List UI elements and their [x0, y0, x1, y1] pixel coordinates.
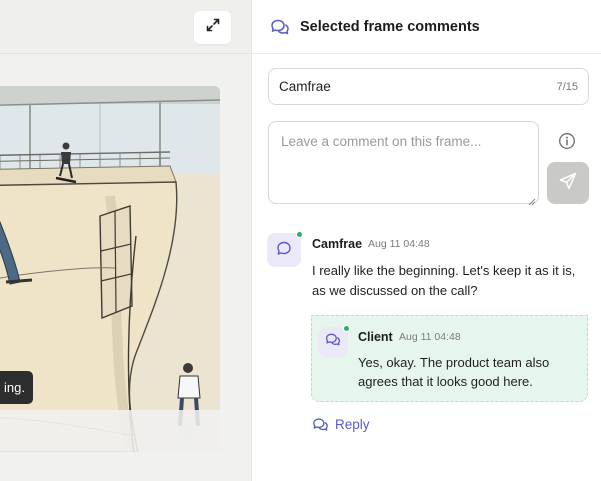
frame-bottom-overlay — [0, 410, 220, 452]
reply-timestamp: Aug 11 04:48 — [399, 331, 461, 343]
comments-icon — [325, 332, 341, 352]
frame-viewer: ing. — [0, 0, 251, 481]
expand-button[interactable] — [194, 11, 231, 44]
frame-image[interactable] — [0, 86, 220, 452]
comment-body-line: I really like the beginning. Let's keep … — [312, 263, 576, 278]
send-icon — [558, 171, 578, 196]
reply-label: Reply — [335, 416, 370, 432]
online-status-dot — [296, 231, 303, 238]
reply-avatar — [318, 325, 350, 357]
online-status-dot — [343, 325, 350, 332]
chat-bubble-icon — [275, 239, 293, 262]
info-icon — [558, 132, 576, 155]
comment-textarea[interactable] — [269, 122, 538, 203]
subtitle-caption: ing. — [0, 371, 33, 404]
frame-name-input[interactable] — [279, 79, 557, 94]
reply-button[interactable]: Reply — [312, 416, 370, 432]
comment-author: Camfrae — [312, 237, 363, 251]
send-button[interactable] — [547, 162, 589, 204]
reply-bubbles-icon — [312, 416, 330, 432]
panel-title: Selected frame comments — [300, 18, 480, 35]
comments-icon — [269, 16, 291, 38]
comment-field[interactable] — [268, 121, 539, 206]
reply-body-line: agrees that it looks good here. — [358, 374, 533, 389]
reply-body-line: Yes, okay. The product team also — [358, 355, 550, 370]
comment-body-line: as we discussed on the call? — [312, 283, 478, 298]
comment-timestamp: Aug 11 04:48 — [368, 238, 430, 250]
viewer-toolbar — [0, 0, 251, 54]
panel-header: Selected frame comments — [252, 0, 601, 54]
info-button[interactable] — [557, 132, 577, 155]
frame-name-field[interactable]: 7/15 — [268, 68, 589, 105]
expand-arrows-icon — [205, 17, 221, 38]
avatar — [267, 231, 303, 267]
character-counter: 7/15 — [556, 80, 578, 93]
reply-author: Client — [358, 330, 393, 344]
resize-grip-icon[interactable] — [528, 193, 536, 206]
